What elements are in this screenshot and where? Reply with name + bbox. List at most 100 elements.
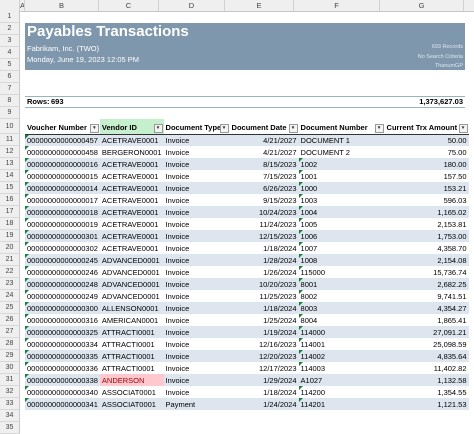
row-header[interactable]: 26 <box>0 314 20 326</box>
document-date-cell[interactable]: 1/19/2024 <box>229 326 299 338</box>
select-all-corner[interactable] <box>0 0 20 11</box>
document-type-cell[interactable]: Invoice <box>163 242 230 254</box>
amount-cell[interactable]: 1,354.55 <box>384 386 469 398</box>
voucher-number-cell[interactable]: 00000000000000340 <box>25 386 100 398</box>
document-number-cell[interactable]: 115000 <box>298 266 385 278</box>
document-type-cell[interactable]: Invoice <box>163 290 230 302</box>
row-header[interactable]: 20 <box>0 242 20 254</box>
document-date-cell[interactable]: 4/21/2027 <box>229 146 299 158</box>
voucher-number-cell[interactable]: 00000000000000338 <box>25 374 100 386</box>
document-number-cell[interactable]: 1000 <box>298 182 385 194</box>
voucher-number-cell[interactable]: 00000000000000248 <box>25 278 100 290</box>
vendor-id-cell[interactable]: ACETRAVE0001 <box>99 230 164 242</box>
amount-cell[interactable]: 25,098.59 <box>384 338 469 350</box>
voucher-number-cell[interactable]: 00000000000000316 <box>25 314 100 326</box>
document-type-cell[interactable]: Invoice <box>163 326 230 338</box>
document-type-cell[interactable]: Invoice <box>163 206 230 218</box>
column-header-c[interactable]: C <box>99 0 159 11</box>
row-header[interactable]: 13 <box>0 158 20 170</box>
row-header[interactable]: 19 <box>0 230 20 242</box>
document-date-cell[interactable]: 8/15/2023 <box>229 158 299 170</box>
column-header-d[interactable]: D <box>159 0 225 11</box>
row-header[interactable]: 12 <box>0 146 20 158</box>
filter-dropdown-icon[interactable]: ▾ <box>89 123 99 133</box>
document-number-cell[interactable]: 114000 <box>298 326 385 338</box>
document-number-cell[interactable]: A1027 <box>298 374 385 386</box>
amount-cell[interactable]: 180.00 <box>384 158 469 170</box>
voucher-number-cell[interactable]: 00000000000000325 <box>25 326 100 338</box>
amount-cell[interactable]: 4,358.70 <box>384 242 469 254</box>
document-type-cell[interactable]: Invoice <box>163 314 230 326</box>
row-header[interactable]: 9 <box>0 107 20 119</box>
amount-cell[interactable]: 50.00 <box>384 134 469 146</box>
document-number-cell[interactable]: 114200 <box>298 386 385 398</box>
filter-dropdown-icon[interactable]: ▾ <box>374 123 384 133</box>
amount-cell[interactable]: 1,753.00 <box>384 230 469 242</box>
amount-cell[interactable]: 4,835.64 <box>384 350 469 362</box>
voucher-number-cell[interactable]: 00000000000000019 <box>25 218 100 230</box>
document-number-cell[interactable]: 1001 <box>298 170 385 182</box>
document-number-cell[interactable]: 1005 <box>298 218 385 230</box>
column-header-e[interactable]: E <box>225 0 294 11</box>
row-header[interactable]: 34 <box>0 410 20 422</box>
document-type-cell[interactable]: Invoice <box>163 146 230 158</box>
vendor-id-cell[interactable]: ADVANCED0001 <box>99 254 164 266</box>
amount-cell[interactable]: 1,165.02 <box>384 206 469 218</box>
amount-cell[interactable]: 2,682.25 <box>384 278 469 290</box>
voucher-number-cell[interactable]: 00000000000000014 <box>25 182 100 194</box>
row-header[interactable]: 24 <box>0 290 20 302</box>
document-number-cell[interactable]: 8004 <box>298 314 385 326</box>
document-date-cell[interactable]: 1/28/2024 <box>229 254 299 266</box>
vendor-id-cell[interactable]: ACETRAVE0001 <box>99 158 164 170</box>
row-header[interactable]: 1 <box>0 11 20 23</box>
document-date-cell[interactable]: 7/15/2023 <box>229 170 299 182</box>
document-date-cell[interactable]: 1/24/2024 <box>229 398 299 410</box>
row-header[interactable]: 18 <box>0 218 20 230</box>
document-date-cell[interactable]: 1/18/2024 <box>229 302 299 314</box>
row-header[interactable]: 15 <box>0 182 20 194</box>
document-date-cell[interactable]: 1/26/2024 <box>229 266 299 278</box>
vendor-id-cell[interactable]: ATTRACTI0001 <box>99 362 164 374</box>
row-header[interactable]: 29 <box>0 350 20 362</box>
column-header-g[interactable]: G <box>380 0 464 11</box>
document-date-cell[interactable]: 11/24/2023 <box>229 218 299 230</box>
amount-cell[interactable]: 11,402.82 <box>384 362 469 374</box>
document-date-cell[interactable]: 9/15/2023 <box>229 194 299 206</box>
row-header[interactable]: 7 <box>0 83 20 95</box>
row-header[interactable]: 22 <box>0 266 20 278</box>
amount-cell[interactable]: 4,354.27 <box>384 302 469 314</box>
document-number-cell[interactable]: 114201 <box>298 398 385 410</box>
vendor-id-cell[interactable]: ACETRAVE0001 <box>99 134 164 146</box>
row-header[interactable]: 31 <box>0 374 20 386</box>
amount-cell[interactable]: 1,132.58 <box>384 374 469 386</box>
document-date-cell[interactable]: 10/20/2023 <box>229 278 299 290</box>
document-date-cell[interactable]: 1/18/2024 <box>229 242 299 254</box>
document-date-cell[interactable]: 12/16/2023 <box>229 338 299 350</box>
document-type-cell[interactable]: Invoice <box>163 362 230 374</box>
document-number-cell[interactable]: 8001 <box>298 278 385 290</box>
document-date-cell[interactable]: 12/15/2023 <box>229 230 299 242</box>
voucher-number-cell[interactable]: 00000000000000457 <box>25 134 100 146</box>
vendor-id-cell[interactable]: BERGERON0001 <box>99 146 164 158</box>
document-type-cell[interactable]: Invoice <box>163 374 230 386</box>
vendor-id-cell[interactable]: ACETRAVE0001 <box>99 194 164 206</box>
document-number-cell[interactable]: 114002 <box>298 350 385 362</box>
vendor-id-cell[interactable]: ANDERSON <box>99 374 164 386</box>
voucher-number-cell[interactable]: 00000000000000017 <box>25 194 100 206</box>
amount-cell[interactable]: 2,153.81 <box>384 218 469 230</box>
amount-cell[interactable]: 15,736.74 <box>384 266 469 278</box>
vendor-id-cell[interactable]: ACETRAVE0001 <box>99 206 164 218</box>
filter-dropdown-icon[interactable]: ▾ <box>153 123 163 133</box>
row-header[interactable]: 3 <box>0 35 20 47</box>
row-header[interactable]: 11 <box>0 134 20 146</box>
row-header[interactable]: 16 <box>0 194 20 206</box>
document-date-cell[interactable]: 1/25/2024 <box>229 314 299 326</box>
vendor-id-cell[interactable]: ACETRAVE0001 <box>99 218 164 230</box>
vendor-id-cell[interactable]: ALLENSON0001 <box>99 302 164 314</box>
document-number-cell[interactable]: DOCUMENT 2 <box>298 146 385 158</box>
voucher-number-cell[interactable]: 00000000000000300 <box>25 302 100 314</box>
document-type-cell[interactable]: Invoice <box>163 230 230 242</box>
voucher-number-cell[interactable]: 00000000000000458 <box>25 146 100 158</box>
document-type-cell[interactable]: Invoice <box>163 278 230 290</box>
row-header[interactable]: 23 <box>0 278 20 290</box>
